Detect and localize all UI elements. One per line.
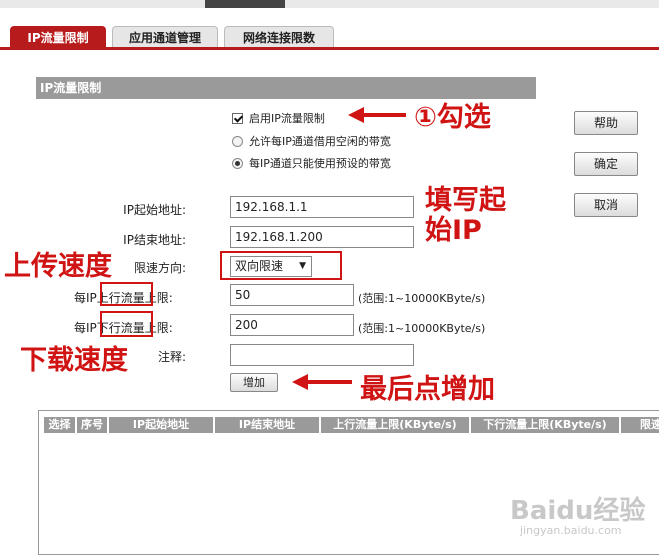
col-speed-limit: 限速 bbox=[621, 417, 659, 433]
upload-limit-input[interactable]: 50 bbox=[230, 284, 354, 306]
banner-strip bbox=[0, 0, 659, 8]
tab-connection-limit[interactable]: 网络连接限数 bbox=[224, 26, 334, 48]
tab-ip-flow-limit[interactable]: IP流量限制 bbox=[10, 26, 106, 48]
annotation-fill-ip: 填写起 始IP bbox=[425, 185, 506, 246]
col-start-ip: IP起始地址 bbox=[109, 417, 213, 433]
col-index: 序号 bbox=[77, 417, 107, 433]
note-input[interactable] bbox=[230, 344, 414, 366]
preset-label: 每IP通道只能使用预设的带宽 bbox=[249, 157, 391, 170]
ok-button[interactable]: 确定 bbox=[574, 152, 638, 176]
tab-underline bbox=[0, 47, 659, 50]
download-highlight-box bbox=[100, 311, 153, 337]
watermark-logo: Baidu经验 bbox=[510, 496, 646, 526]
banner-graphic bbox=[205, 0, 285, 8]
col-end-ip: IP结束地址 bbox=[215, 417, 319, 433]
watermark-url: jingyan.baidu.com bbox=[520, 524, 622, 537]
upload-range-hint: (范围:1~10000KByte/s) bbox=[358, 292, 486, 305]
col-select: 选择 bbox=[44, 417, 75, 433]
tab-app-channel[interactable]: 应用通道管理 bbox=[112, 26, 218, 48]
download-limit-input[interactable]: 200 bbox=[230, 314, 354, 336]
add-button[interactable]: 增加 bbox=[230, 373, 278, 392]
help-button[interactable]: 帮助 bbox=[574, 111, 638, 135]
enable-label: 启用IP流量限制 bbox=[249, 112, 325, 125]
top-banner bbox=[0, 0, 659, 26]
annotation-check: ①勾选 bbox=[414, 102, 491, 133]
col-upload-limit: 上行流量上限(KByte/s) bbox=[321, 417, 469, 433]
table-header-row: 选择 序号 IP起始地址 IP结束地址 上行流量上限(KByte/s) 下行流量… bbox=[39, 417, 659, 433]
preset-radio[interactable] bbox=[232, 157, 243, 169]
direction-highlight-box bbox=[220, 251, 342, 280]
end-ip-input[interactable]: 192.168.1.200 bbox=[230, 226, 414, 248]
arrow-to-checkbox-icon bbox=[348, 107, 406, 123]
arrow-to-add-button-icon bbox=[292, 374, 352, 390]
col-download-limit: 下行流量上限(KByte/s) bbox=[471, 417, 619, 433]
borrow-option: 允许每IP通道借用空闲的带宽 bbox=[232, 133, 391, 149]
enable-option: 启用IP流量限制 bbox=[232, 110, 325, 126]
preset-option: 每IP通道只能使用预设的带宽 bbox=[232, 155, 391, 171]
enable-checkbox[interactable] bbox=[232, 112, 243, 124]
start-ip-label: IP起始地址: bbox=[123, 203, 186, 217]
annotation-upload: 上传速度 bbox=[4, 251, 112, 282]
tab-bar: IP流量限制 应用通道管理 网络连接限数 bbox=[0, 26, 659, 48]
start-ip-input[interactable]: 192.168.1.1 bbox=[230, 196, 414, 218]
borrow-radio[interactable] bbox=[232, 135, 243, 147]
annotation-download: 下载速度 bbox=[20, 345, 128, 376]
annotation-finally: 最后点增加 bbox=[360, 374, 495, 405]
upload-highlight-box bbox=[100, 282, 153, 306]
borrow-label: 允许每IP通道借用空闲的带宽 bbox=[249, 135, 391, 148]
cancel-button[interactable]: 取消 bbox=[574, 193, 638, 217]
download-range-hint: (范围:1~10000KByte/s) bbox=[358, 322, 486, 335]
